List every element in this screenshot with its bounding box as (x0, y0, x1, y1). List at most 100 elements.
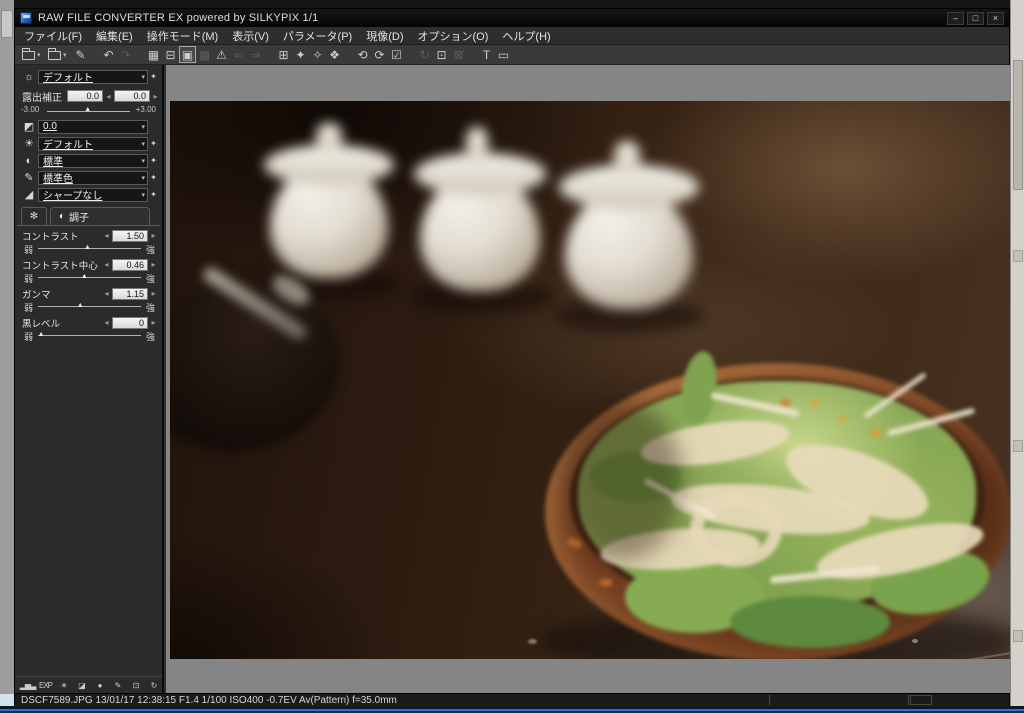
rotate-left-icon[interactable]: ⟲ (354, 46, 371, 63)
exposure-info-icon[interactable]: EXP (38, 679, 53, 692)
mark-check-icon[interactable]: ☑ (388, 46, 405, 63)
menu-view[interactable]: 表示(V) (232, 28, 269, 44)
preview-view-icon[interactable]: ▣ (179, 46, 196, 63)
white-balance-tool-icon[interactable]: ☀ (56, 679, 71, 692)
color-favorite-button[interactable]: ✦ (148, 173, 159, 182)
tab-settings[interactable]: ✻ (21, 207, 47, 225)
open-folder-caret[interactable]: ▾ (63, 51, 70, 59)
photo-preview[interactable] (170, 101, 1010, 659)
exposure-slider[interactable]: -3.00 +3.00 ▲ (21, 104, 156, 118)
menu-operation-mode[interactable]: 操作モード(M) (147, 28, 219, 44)
paste-params-icon[interactable]: ⊠ (450, 46, 467, 63)
contrast-decrement[interactable]: ◂ (103, 231, 110, 240)
background-scrollbar[interactable] (1010, 0, 1024, 713)
warning-display-icon[interactable]: ⚠ (213, 46, 230, 63)
redo-icon[interactable]: ↷ (117, 46, 134, 63)
background-scrollbar-button (1, 10, 13, 38)
menu-edit[interactable]: 編集(E) (96, 28, 133, 44)
gamma-slider[interactable]: 弱 強 ▲ (22, 300, 157, 313)
maximize-button[interactable]: □ (967, 11, 984, 25)
gamma-value[interactable]: 1.15 (112, 287, 148, 300)
crop-tool-icon[interactable]: ⊡ (128, 679, 143, 692)
taste-favorite-button[interactable]: ✦ (148, 72, 159, 81)
scrollbar-notch (1013, 250, 1023, 262)
grid-tool-icon[interactable]: ⊞ (275, 46, 292, 63)
menu-options[interactable]: オプション(O) (418, 28, 489, 44)
slider-handle[interactable]: ▲ (38, 331, 45, 338)
tab-tone[interactable]: ◐ 調子 (50, 207, 150, 225)
color-preset-dropdown[interactable]: 標準色 ▾ (38, 170, 148, 185)
tone-favorite-button[interactable]: ✦ (148, 156, 159, 165)
exposure-spin-value[interactable]: 0.0 (114, 90, 150, 102)
refresh-icon[interactable]: ↻ (416, 46, 433, 63)
sharpness-value: シャープなし (43, 191, 103, 202)
chevron-down-icon: ▾ (141, 157, 145, 165)
black-level-slider[interactable]: 弱 強 ▲ (22, 329, 157, 342)
edit-brush-icon[interactable]: ✎ (72, 46, 89, 63)
taste-icon: ☼ (23, 70, 35, 83)
gamma-increment[interactable]: ▸ (150, 289, 157, 298)
contrast-center-decrement[interactable]: ◂ (103, 260, 110, 269)
white-balance-dropdown[interactable]: デフォルト ▾ (38, 136, 148, 151)
combined-view-icon[interactable]: ⊟ (162, 46, 179, 63)
white-balance-favorite-button[interactable]: ✦ (148, 139, 159, 148)
menu-parameters[interactable]: パラメータ(P) (283, 28, 352, 44)
window-title: RAW FILE CONVERTER EX powered by SILKYPI… (38, 12, 319, 24)
contrast-increment[interactable]: ▸ (150, 231, 157, 240)
color-tool-icon[interactable]: ● (92, 679, 107, 692)
menu-file[interactable]: ファイル(F) (24, 28, 82, 44)
undo-icon[interactable]: ↶ (100, 46, 117, 63)
sharpness-tool-icon[interactable]: ✎ (110, 679, 125, 692)
black-level-value[interactable]: 0 (112, 316, 148, 329)
black-level-decrement[interactable]: ◂ (103, 318, 110, 327)
menubar: ファイル(F) 編集(E) 操作モード(M) 表示(V) パラメータ(P) 現像… (15, 27, 1009, 45)
open-folder-icon[interactable] (46, 46, 63, 63)
auto-adjust-icon[interactable]: ✦ (292, 46, 309, 63)
contrast-center-value[interactable]: 0.46 (112, 258, 148, 271)
next-image-icon[interactable]: ⇒ (247, 46, 264, 63)
rotate-tool-icon[interactable]: ↻ (146, 679, 161, 692)
histogram-icon[interactable]: ▂▅▃ (20, 679, 36, 692)
chevron-down-icon: ▾ (141, 174, 145, 182)
contrast-slider[interactable]: 弱 強 ▲ (22, 242, 157, 255)
multi-preview-icon[interactable]: ▩ (196, 46, 213, 63)
slider-handle[interactable]: ▲ (84, 106, 91, 113)
minimize-button[interactable]: – (947, 11, 964, 25)
picker-tool-icon[interactable]: ❖ (326, 46, 343, 63)
open-file-icon[interactable] (20, 46, 37, 63)
sharpness-dropdown[interactable]: シャープなし ▾ (38, 187, 148, 202)
slider-handle[interactable]: ▲ (81, 273, 88, 280)
exposure-increment[interactable]: ▸ (152, 92, 159, 101)
taste-dropdown[interactable]: デフォルト ▾ (38, 69, 148, 84)
weak-label: 弱 (24, 332, 34, 342)
titlebar[interactable]: RAW FILE CONVERTER EX powered by SILKYPI… (15, 9, 1009, 27)
spot-tool-icon[interactable]: ✧ (309, 46, 326, 63)
copy-params-icon[interactable]: ⊡ (433, 46, 450, 63)
tone-preset-dropdown[interactable]: 標準 ▾ (38, 153, 148, 168)
prev-image-icon[interactable]: ⇐ (230, 46, 247, 63)
sharpness-favorite-button[interactable]: ✦ (148, 190, 159, 199)
contrast-value[interactable]: 1.50 (112, 229, 148, 242)
contrast-label: コントラスト (22, 231, 79, 243)
exposure-decrement[interactable]: ◂ (105, 92, 112, 101)
contrast-center-increment[interactable]: ▸ (150, 260, 157, 269)
text-tool-icon[interactable]: T (478, 46, 495, 63)
menu-develop[interactable]: 現像(D) (366, 28, 403, 44)
black-level-increment[interactable]: ▸ (150, 318, 157, 327)
rotate-right-icon[interactable]: ⟳ (371, 46, 388, 63)
weak-label: 弱 (24, 245, 34, 255)
contrast-center-slider[interactable]: 弱 強 ▲ (22, 271, 157, 284)
thumbnail-view-icon[interactable]: ▦ (145, 46, 162, 63)
gamma-decrement[interactable]: ◂ (103, 289, 110, 298)
slider-handle[interactable]: ▲ (77, 302, 84, 309)
scrollbar-thumb[interactable] (1013, 60, 1023, 190)
slider-handle[interactable]: ▲ (84, 244, 91, 251)
exposure-preset-dropdown[interactable]: 0.0 ▾ (38, 119, 148, 134)
color-preset-value: 標準色 (43, 174, 73, 185)
display-settings-icon[interactable]: ▭ (495, 46, 512, 63)
menu-help[interactable]: ヘルプ(H) (502, 28, 550, 44)
strong-label: 強 (145, 245, 155, 255)
tone-tool-icon[interactable]: ◪ (74, 679, 89, 692)
open-file-caret[interactable]: ▾ (37, 51, 44, 59)
close-button[interactable]: × (987, 11, 1004, 25)
